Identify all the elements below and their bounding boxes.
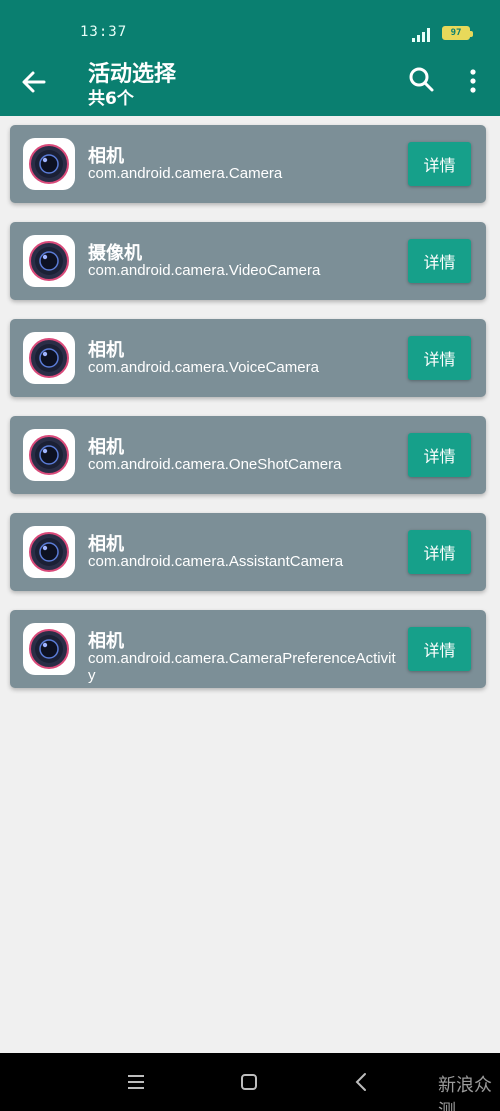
details-button[interactable]: 详情 [408, 336, 471, 380]
list-item[interactable]: 相机 com.android.camera.CameraPreferenceAc… [10, 610, 486, 688]
camera-icon [23, 429, 75, 481]
nav-back-icon[interactable] [354, 1072, 368, 1092]
details-button[interactable]: 详情 [408, 530, 471, 574]
camera-icon [23, 332, 75, 384]
more-vert-icon [470, 69, 476, 93]
activity-package: com.android.camera.VoiceCamera [88, 359, 319, 376]
activity-package: com.android.camera.Camera [88, 165, 283, 182]
details-button[interactable]: 详情 [408, 142, 471, 186]
activity-package: com.android.camera.VideoCamera [88, 262, 321, 279]
battery-indicator: 97 [442, 26, 473, 40]
camera-icon [23, 235, 75, 287]
activity-list: 相机 com.android.camera.Camera 详情 摄像机 com.… [10, 125, 486, 707]
more-options-button[interactable] [460, 62, 486, 98]
list-item[interactable]: 摄像机 com.android.camera.VideoCamera 详情 [10, 222, 486, 300]
list-item[interactable]: 相机 com.android.camera.OneShotCamera 详情 [10, 416, 486, 494]
camera-icon [23, 138, 75, 190]
list-item[interactable]: 相机 com.android.camera.AssistantCamera 详情 [10, 513, 486, 591]
system-nav-bar: 新浪众测 [0, 1053, 500, 1111]
back-button[interactable] [14, 62, 54, 102]
details-button[interactable]: 详情 [408, 433, 471, 477]
details-button[interactable]: 详情 [408, 627, 471, 671]
status-bar: 13:37 97 [0, 0, 500, 48]
camera-icon [23, 526, 75, 578]
activity-package: com.android.camera.CameraPreferenceActiv… [88, 650, 396, 684]
list-item[interactable]: 相机 com.android.camera.VoiceCamera 详情 [10, 319, 486, 397]
home-icon[interactable] [240, 1073, 258, 1091]
signal-icon [412, 28, 430, 42]
watermark: 新浪众测 [438, 1075, 492, 1111]
activity-package: com.android.camera.AssistantCamera [88, 553, 344, 570]
search-button[interactable] [404, 62, 440, 98]
arrow-left-icon [22, 71, 46, 93]
status-time: 13:37 [80, 24, 128, 40]
app-bar: 13:37 97 活动选择 共6个 [0, 0, 500, 116]
search-icon [409, 67, 434, 92]
camera-icon [23, 623, 75, 675]
activity-package: com.android.camera.OneShotCamera [88, 456, 342, 473]
list-item[interactable]: 相机 com.android.camera.Camera 详情 [10, 125, 486, 203]
details-button[interactable]: 详情 [408, 239, 471, 283]
menu-icon[interactable] [126, 1073, 146, 1091]
page-subtitle: 共6个 [88, 89, 134, 109]
